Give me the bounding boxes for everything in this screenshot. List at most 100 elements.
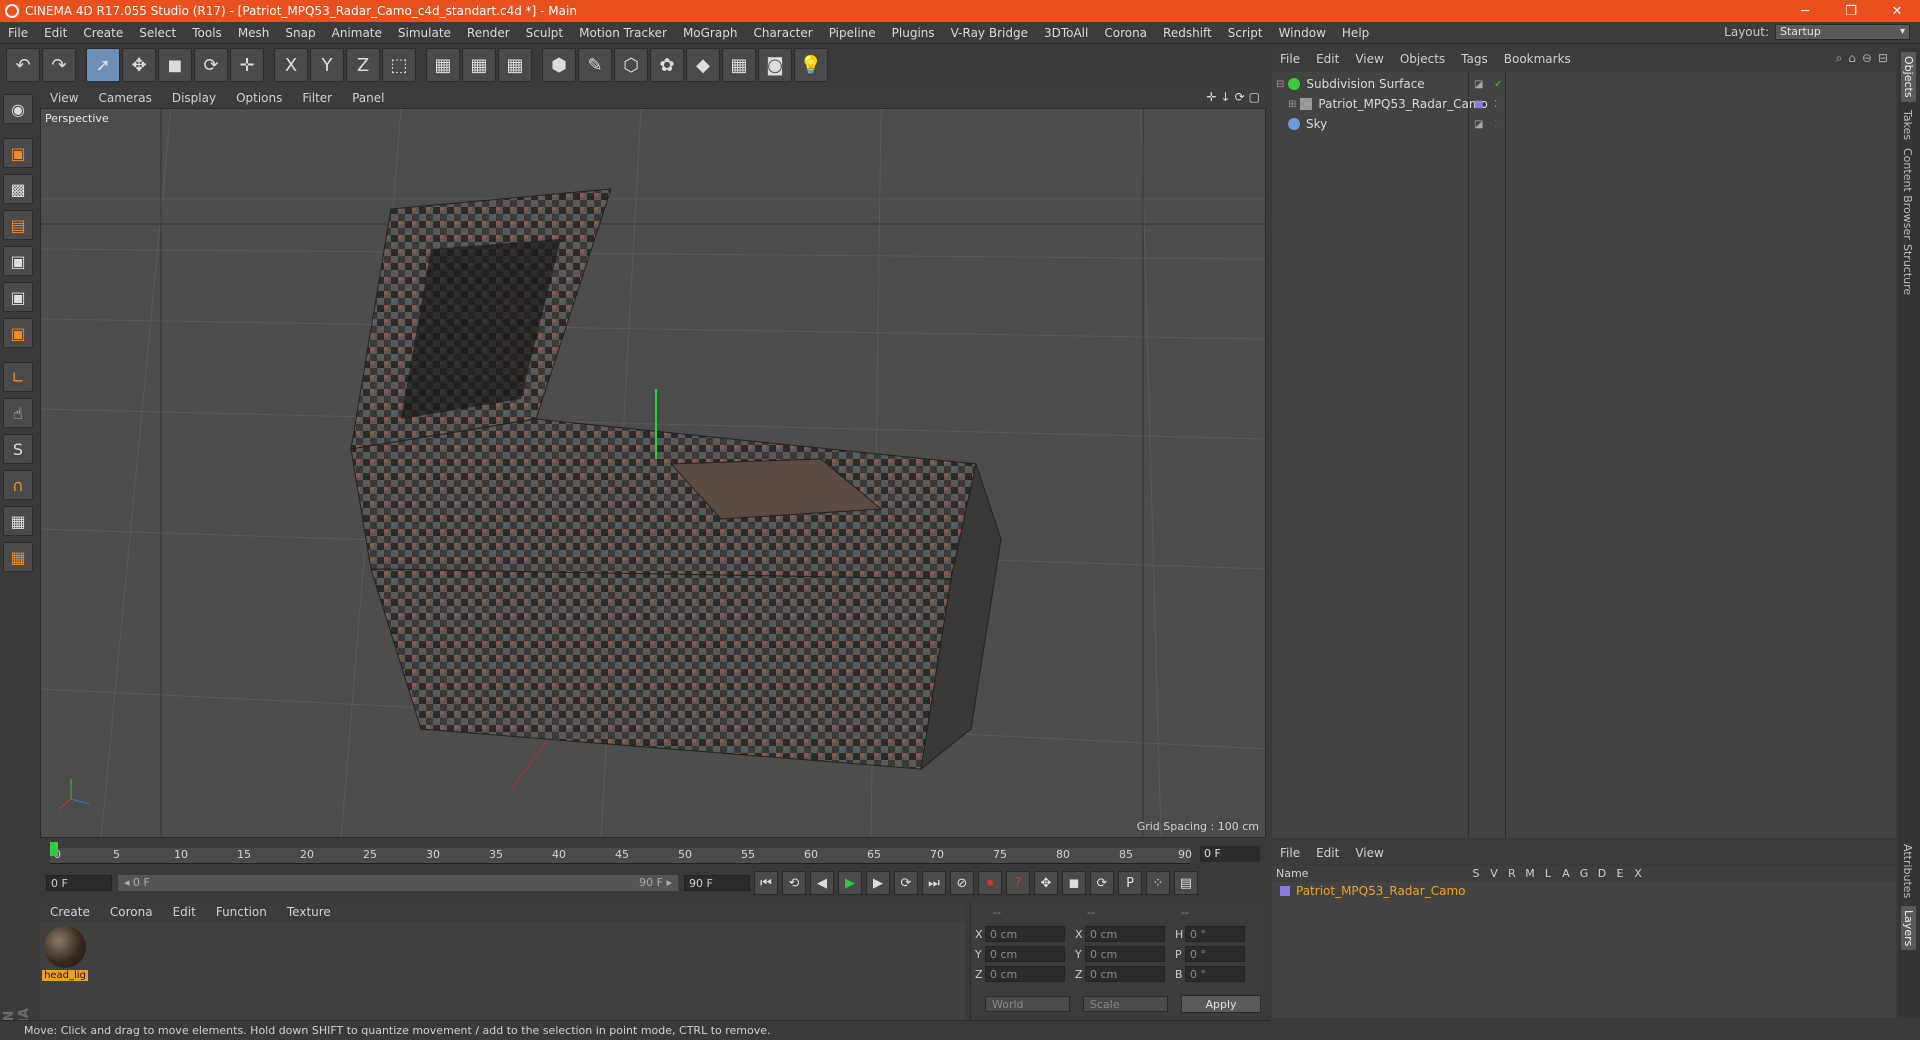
- viewport-menu-options[interactable]: Options: [226, 91, 292, 105]
- cube-icon[interactable]: ⬢: [542, 48, 576, 82]
- menu-motion-tracker[interactable]: Motion Tracker: [571, 26, 675, 40]
- floor-icon[interactable]: ▦: [722, 48, 756, 82]
- menu-select[interactable]: Select: [131, 26, 184, 40]
- menu-file[interactable]: File: [0, 26, 36, 40]
- render-view-icon[interactable]: ▦: [426, 48, 460, 82]
- menu-mesh[interactable]: Mesh: [230, 26, 278, 40]
- object-name[interactable]: Subdivision Surface: [1306, 77, 1424, 91]
- model-mode-icon[interactable]: ▣: [3, 138, 33, 168]
- orbit-icon[interactable]: ⟳: [1235, 90, 1245, 104]
- prev-frame-icon[interactable]: ◀: [810, 871, 834, 895]
- scale-icon[interactable]: ◼: [158, 48, 192, 82]
- restore-button[interactable]: ❐: [1828, 0, 1874, 22]
- x-axis-icon[interactable]: X: [274, 48, 308, 82]
- rotation-p-field[interactable]: 0 °: [1185, 946, 1245, 962]
- material-label[interactable]: head_lig: [42, 970, 88, 981]
- z-axis-icon[interactable]: Z: [346, 48, 380, 82]
- go-to-end-icon[interactable]: ⏭: [922, 871, 946, 895]
- object-menu-objects[interactable]: Objects: [1392, 52, 1453, 66]
- camera-icon[interactable]: ◙: [758, 48, 792, 82]
- tab-layers[interactable]: Layers: [1901, 906, 1916, 951]
- object-menu-tags[interactable]: Tags: [1453, 52, 1496, 66]
- material-menu-texture[interactable]: Texture: [277, 905, 341, 919]
- new-window-icon[interactable]: ⊟: [1878, 51, 1888, 66]
- tweak-mode-icon[interactable]: ☝: [3, 398, 33, 428]
- material-menu-create[interactable]: Create: [40, 905, 100, 919]
- material-menu-corona[interactable]: Corona: [100, 905, 163, 919]
- move-icon[interactable]: ✥: [122, 48, 156, 82]
- tab-takes[interactable]: Takes: [1901, 110, 1914, 140]
- viewport-menu-view[interactable]: View: [40, 91, 88, 105]
- render-picture-icon[interactable]: ▦: [462, 48, 496, 82]
- object-menu-bookmarks[interactable]: Bookmarks: [1496, 52, 1579, 66]
- subdivision-icon[interactable]: ⬡: [614, 48, 648, 82]
- next-key-icon[interactable]: ⟳: [894, 871, 918, 895]
- rotation-h-field[interactable]: 0 °: [1185, 926, 1245, 942]
- layout-select[interactable]: Startup: [1775, 24, 1910, 40]
- minimize-button[interactable]: ─: [1782, 0, 1828, 22]
- prev-key-icon[interactable]: ⟲: [782, 871, 806, 895]
- apply-button[interactable]: Apply: [1181, 995, 1261, 1013]
- position-x-field[interactable]: 0 cm: [985, 926, 1065, 942]
- current-frame-field[interactable]: 0 F: [1200, 846, 1260, 862]
- points-mode-icon[interactable]: ▣: [3, 246, 33, 276]
- tab-attributes[interactable]: Attributes: [1901, 844, 1914, 898]
- tree-expander[interactable]: ⊟: [1276, 79, 1284, 90]
- next-frame-icon[interactable]: ▶: [866, 871, 890, 895]
- pan-icon[interactable]: ✛: [1206, 90, 1216, 104]
- point-level-icon[interactable]: ⁘: [1146, 871, 1170, 895]
- layer-menu-file[interactable]: File: [1272, 846, 1308, 860]
- menu-simulate[interactable]: Simulate: [390, 26, 459, 40]
- timeline[interactable]: 0 5 10 15 20 25 30 35 40 45 50 55 60 65 …: [40, 840, 1266, 866]
- menu-sculpt[interactable]: Sculpt: [518, 26, 571, 40]
- home-icon[interactable]: ⌂: [1848, 51, 1856, 66]
- layer-menu-view[interactable]: View: [1347, 846, 1391, 860]
- size-y-field[interactable]: 0 cm: [1085, 946, 1165, 962]
- rotation-b-field[interactable]: 0 °: [1185, 966, 1245, 982]
- grid-snap-icon[interactable]: ▦: [3, 542, 33, 572]
- menu-plugins[interactable]: Plugins: [884, 26, 943, 40]
- menu-script[interactable]: Script: [1220, 26, 1271, 40]
- viewport-menu-filter[interactable]: Filter: [292, 91, 342, 105]
- y-axis-icon[interactable]: Y: [310, 48, 344, 82]
- menu-3dtoall[interactable]: 3DToAll: [1036, 26, 1096, 40]
- menu-snap[interactable]: Snap: [277, 26, 323, 40]
- layer-color-icon[interactable]: ■: [1474, 99, 1483, 110]
- display-flags-icon[interactable]: ◪: [1474, 79, 1483, 90]
- material-menu-function[interactable]: Function: [206, 905, 277, 919]
- layer-row[interactable]: Patriot_MPQ53_Radar_Camo: [1280, 884, 1465, 898]
- link-icon[interactable]: ⊖: [1862, 51, 1872, 66]
- parameter-key-icon[interactable]: P: [1118, 871, 1142, 895]
- play-icon[interactable]: ▶: [838, 871, 862, 895]
- timeline-playhead[interactable]: [50, 842, 58, 856]
- viewport-menu-panel[interactable]: Panel: [342, 91, 394, 105]
- size-x-field[interactable]: 0 cm: [1085, 926, 1165, 942]
- position-key-icon[interactable]: ✥: [1034, 871, 1058, 895]
- object-row-sky[interactable]: Sky ◪ ⁚: [1272, 114, 1896, 134]
- light-icon[interactable]: 💡: [794, 48, 828, 82]
- snap-icon[interactable]: S: [3, 434, 33, 464]
- dolly-icon[interactable]: ↓: [1221, 90, 1231, 104]
- deformer-icon[interactable]: ◆: [686, 48, 720, 82]
- axis-mode-icon[interactable]: ∟: [3, 362, 33, 392]
- menu-create[interactable]: Create: [75, 26, 131, 40]
- render-settings-icon[interactable]: ▦: [498, 48, 532, 82]
- position-z-field[interactable]: 0 cm: [985, 966, 1065, 982]
- undo-icon[interactable]: ↶: [6, 48, 40, 82]
- end-frame-field[interactable]: 90 F: [684, 875, 750, 891]
- material-menu-edit[interactable]: Edit: [163, 905, 206, 919]
- redo-icon[interactable]: ↷: [42, 48, 76, 82]
- magnet-icon[interactable]: ∩: [3, 470, 33, 500]
- edges-mode-icon[interactable]: ▣: [3, 282, 33, 312]
- menu-corona[interactable]: Corona: [1096, 26, 1155, 40]
- select-icon[interactable]: ➚: [86, 48, 120, 82]
- size-z-field[interactable]: 0 cm: [1085, 966, 1165, 982]
- material-preview[interactable]: [44, 926, 86, 968]
- menu-render[interactable]: Render: [459, 26, 518, 40]
- layer-name[interactable]: Patriot_MPQ53_Radar_Camo: [1296, 884, 1465, 898]
- visibility-dots-icon[interactable]: ⁚: [1494, 119, 1497, 130]
- tab-objects[interactable]: Objects: [1901, 52, 1916, 102]
- menu-window[interactable]: Window: [1271, 26, 1334, 40]
- search-icon[interactable]: ⌕: [1836, 51, 1843, 66]
- menu-edit[interactable]: Edit: [36, 26, 75, 40]
